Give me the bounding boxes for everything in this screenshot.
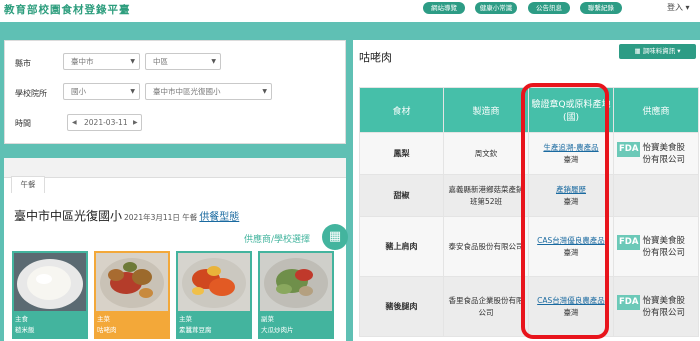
tofu-dish-image (178, 253, 250, 311)
top-bar: 教育部校園食材登錄平臺 網站導覽 健康小常識 公告訊息 聯繫紀錄 登入 ▾ (0, 0, 700, 22)
stir-fry-dish-image (260, 253, 332, 311)
manufacturer-name: 周文欽 (443, 132, 529, 175)
date-picker[interactable]: ◀ 2021-03-11 ▶ (67, 114, 142, 131)
district-select[interactable]: 中區 ▼ (145, 53, 221, 70)
dish-card[interactable]: 主食 糙米飯 (12, 251, 88, 339)
next-day-icon[interactable]: ▶ (133, 115, 138, 130)
supplier-cell: FDA 怡寶美食股份有限公司 (613, 216, 699, 277)
filter-panel: 縣市 臺中市 ▼ 中區 ▼ 學校院所 國小 ▼ 臺中市中區光復國小 ▼ 時間 ◀ 202… (4, 40, 346, 144)
county-select[interactable]: 臺中市 ▼ (63, 53, 140, 70)
county-label: 縣市 (15, 59, 31, 68)
nav-button-sitemap[interactable]: 網站導覽 (423, 2, 465, 14)
ingredient-name: 甜椒 (359, 174, 444, 217)
dish-card[interactable]: 副菜 大瓜炒肉片 (258, 251, 334, 339)
certification-link[interactable]: CAS台灣優良農產品 (532, 295, 610, 307)
rice-dish-image (14, 253, 86, 311)
certification-cell: 生產追溯-農產品 臺灣 (528, 132, 614, 175)
sweet-sour-pork-image (96, 253, 168, 311)
table-row: 豬後腿肉 香里食品企業股份有限公司 CAS台灣優良農產品 臺灣 FDA 怡寶美食股… (359, 276, 699, 337)
column-header-supplier: 供應商 (613, 87, 699, 133)
table-icon: ▦ (634, 47, 641, 55)
supplier-cell: FDA 怡寶美食股份有限公司 (613, 132, 699, 175)
manufacturer-name: 香里食品企業股份有限公司 (443, 276, 529, 337)
supplier-name: 怡寶美食股份有限公司 (642, 295, 685, 318)
table-row: 豬上肩肉 泰安食品股份有限公司 CAS台灣優良農產品 臺灣 FDA 怡寶美食股份有… (359, 216, 699, 277)
ingredient-name: 鳳梨 (359, 132, 444, 175)
fda-badge-icon: FDA (617, 141, 641, 157)
detail-panel: 咕咾肉 ▦ 調味料資訊 ▾ 食材 製造商 驗證章Q或原料產地(國) 供應商 鳳梨… (353, 40, 700, 341)
origin-country: 臺灣 (563, 307, 579, 317)
school-heading: 臺中市中區光復國小 2021年3月11日 午餐 供餐型態 (14, 207, 239, 224)
supplier-name: 怡寶美食股份有限公司 (642, 142, 685, 165)
school-level-select[interactable]: 國小 ▼ (63, 83, 140, 100)
ingredient-name: 豬後腿肉 (359, 276, 444, 337)
school-name: 臺中市中區光復國小 (14, 209, 123, 223)
column-header-manufacturer: 製造商 (443, 87, 529, 133)
dish-detail-title: 咕咾肉 (359, 51, 392, 64)
certification-cell: CAS台灣優良農產品 臺灣 (528, 216, 614, 277)
supplier-cell (613, 174, 699, 217)
login-link[interactable]: 登入 ▾ (667, 2, 690, 13)
nav-button-health-tips[interactable]: 健康小常識 (475, 2, 517, 14)
site-title[interactable]: 教育部校園食材登錄平臺 (4, 2, 131, 17)
meal-date: 2021年3月11日 午餐 (124, 213, 198, 222)
chevron-down-icon: ▼ (130, 58, 135, 65)
tab-strip (4, 158, 346, 178)
certification-link[interactable]: 產銷履歷 (532, 184, 610, 196)
chevron-down-icon: ▼ (130, 88, 135, 95)
nav-button-contact-records[interactable]: 聯繫紀錄 (580, 2, 622, 14)
column-header-ingredient: 食材 (359, 87, 444, 133)
table-row: 甜椒 嘉義縣新港鄉菇菜產銷班第52班 產銷履歷 臺灣 (359, 174, 699, 217)
previous-day-icon[interactable]: ◀ (72, 115, 77, 130)
certification-cell: CAS台灣優良農產品 臺灣 (528, 276, 614, 337)
origin-country: 臺灣 (563, 154, 579, 164)
supplier-name: 怡寶美食股份有限公司 (642, 235, 685, 258)
certification-link[interactable]: 生產追溯-農產品 (532, 142, 610, 154)
fda-badge-icon: FDA (617, 234, 641, 250)
supplier-cell: FDA 怡寶美食股份有限公司 (613, 276, 699, 337)
fda-badge-icon: FDA (617, 294, 641, 310)
certification-cell: 產銷履歷 臺灣 (528, 174, 614, 217)
nav-button-announcements[interactable]: 公告訊息 (528, 2, 570, 14)
school-select[interactable]: 臺中市中區光復國小 ▼ (145, 83, 272, 100)
table-row: 鳳梨 周文欽 生產追溯-農產品 臺灣 FDA 怡寶美食股份有限公司 (359, 132, 699, 175)
chevron-down-icon: ▼ (211, 58, 216, 65)
seasoning-info-button[interactable]: ▦ 調味料資訊 ▾ (619, 44, 696, 59)
tab-lunch[interactable]: 午餐 (11, 176, 45, 193)
manufacturer-name: 泰安食品股份有限公司 (443, 216, 529, 277)
dish-card[interactable]: 主菜 素蠶茸豆腐 (176, 251, 252, 339)
origin-country: 臺灣 (563, 247, 579, 257)
supplier-school-select[interactable]: 供應商/學校選擇 (244, 232, 310, 245)
ingredient-name: 豬上肩肉 (359, 216, 444, 277)
dish-card-selected[interactable]: 主菜 咕咾肉 (94, 251, 170, 339)
ingredient-table: 食材 製造商 驗證章Q或原料產地(國) 供應商 鳳梨 周文欽 生產追溯-農產品 … (359, 87, 699, 341)
menu-grid-icon[interactable]: ▦ (322, 224, 348, 250)
column-header-certification: 驗證章Q或原料產地(國) (528, 87, 614, 133)
date-label: 時間 (15, 119, 31, 128)
date-value: 2021-03-11 (84, 118, 128, 127)
certification-link[interactable]: CAS台灣優良農產品 (532, 235, 610, 247)
manufacturer-name: 嘉義縣新港鄉菇菜產銷班第52班 (443, 174, 529, 217)
origin-country: 臺灣 (563, 196, 579, 206)
chevron-down-icon: ▼ (262, 88, 267, 95)
supplier-type-link[interactable]: 供餐型態 (199, 212, 239, 223)
school-label: 學校院所 (15, 89, 47, 98)
